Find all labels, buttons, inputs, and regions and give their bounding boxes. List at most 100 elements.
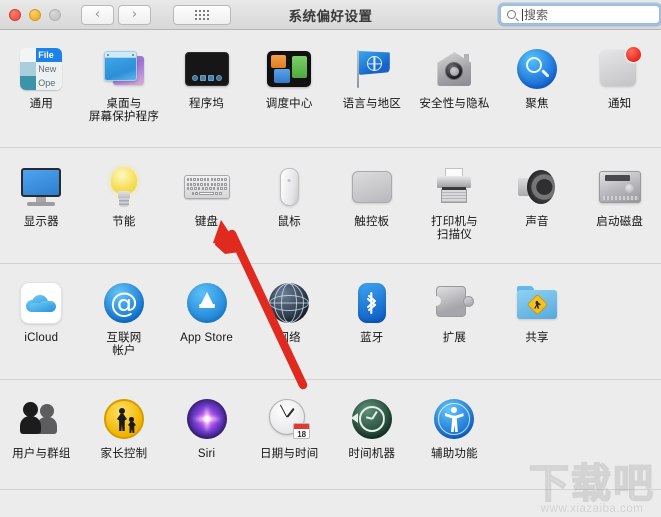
pref-item-partial-4 bbox=[248, 500, 331, 517]
pref-item-date-time[interactable]: 18 日期与时间 bbox=[248, 390, 331, 489]
pref-item-keyboard[interactable]: 键盘 bbox=[165, 158, 248, 263]
pref-item-partial-1[interactable] bbox=[0, 500, 83, 517]
pref-item-empty-slot bbox=[578, 274, 661, 379]
show-all-button[interactable] bbox=[173, 4, 231, 25]
zoom-button[interactable] bbox=[49, 8, 61, 21]
pref-item-printers-scanners[interactable]: 打印机与 扫描仪 bbox=[413, 158, 496, 263]
desktop-screensaver-icon bbox=[101, 46, 147, 92]
pref-label: 网络 bbox=[277, 332, 301, 344]
pref-item-empty-slot bbox=[578, 390, 661, 489]
pref-label: 桌面与 屏幕保护程序 bbox=[88, 98, 160, 123]
pref-label: 通知 bbox=[607, 98, 632, 110]
notification-badge bbox=[625, 47, 641, 62]
back-button[interactable]: ‹ bbox=[81, 4, 114, 25]
minimize-button[interactable] bbox=[29, 8, 41, 21]
users-groups-icon bbox=[18, 396, 64, 442]
pref-label: 家长控制 bbox=[100, 448, 148, 460]
sound-icon bbox=[514, 164, 560, 210]
pref-item-time-machine[interactable]: 时间机器 bbox=[331, 390, 414, 489]
preferences-grid: File New Ope 通用 桌面与 屏幕保护程序 程序坞 调度中心 语言与地… bbox=[0, 30, 661, 517]
pref-label: 蓝牙 bbox=[360, 332, 384, 344]
pref-item-security-privacy[interactable]: 安全性与隐私 bbox=[413, 40, 496, 147]
pref-label: 启动磁盘 bbox=[596, 216, 644, 228]
pref-item-dock[interactable]: 程序坞 bbox=[165, 40, 248, 147]
pref-item-energy-saver[interactable]: 节能 bbox=[83, 158, 166, 263]
pref-item-displays[interactable]: 显示器 bbox=[0, 158, 83, 263]
pref-item-language-region[interactable]: 语言与地区 bbox=[331, 40, 414, 147]
time-machine-icon bbox=[349, 396, 395, 442]
pref-item-spotlight[interactable]: 聚焦 bbox=[496, 40, 579, 147]
search-placeholder: 搜索 bbox=[524, 8, 549, 22]
pref-item-app-store[interactable]: App Store bbox=[165, 274, 248, 379]
app-store-icon bbox=[184, 280, 230, 326]
navigation-buttons: ‹ › bbox=[81, 4, 151, 25]
system-preferences-window: ‹ › 系统偏好设置 搜索 File New Ope 通用 桌面与 屏幕保护程序… bbox=[0, 0, 661, 517]
pref-item-startup-disk[interactable]: 启动磁盘 bbox=[578, 158, 661, 263]
pref-label: Siri bbox=[197, 448, 216, 460]
pref-item-general[interactable]: File New Ope 通用 bbox=[0, 40, 83, 147]
pref-item-empty-slot bbox=[496, 390, 579, 489]
displays-icon bbox=[18, 164, 64, 210]
accessibility-icon bbox=[431, 396, 477, 442]
partial-icon bbox=[351, 506, 393, 517]
bluetooth-icon bbox=[349, 280, 395, 326]
pref-item-trackpad[interactable]: 触控板 bbox=[331, 158, 414, 263]
printers-scanners-icon bbox=[431, 164, 477, 210]
traffic-lights bbox=[9, 8, 61, 21]
pref-item-partial-3 bbox=[165, 500, 248, 517]
pref-label: 用户与群组 bbox=[12, 448, 71, 460]
mouse-icon bbox=[266, 164, 312, 210]
startup-disk-icon bbox=[597, 164, 643, 210]
pref-item-accessibility[interactable]: 辅助功能 bbox=[413, 390, 496, 489]
pref-item-mission-control[interactable]: 调度中心 bbox=[248, 40, 331, 147]
pref-item-internet-accounts[interactable]: @ 互联网 帐户 bbox=[83, 274, 166, 379]
pref-item-extensions[interactable]: 扩展 bbox=[413, 274, 496, 379]
internet-accounts-icon: @ bbox=[101, 280, 147, 326]
pref-item-bluetooth[interactable]: 蓝牙 bbox=[331, 274, 414, 379]
pref-item-partial-6 bbox=[413, 500, 496, 517]
preferences-row-other-partial bbox=[0, 490, 661, 517]
pref-label: 触控板 bbox=[354, 216, 390, 228]
pref-item-sharing[interactable]: 共享 bbox=[496, 274, 579, 379]
date-time-icon: 18 bbox=[266, 396, 312, 442]
search-icon bbox=[507, 10, 516, 19]
pref-item-mouse[interactable]: 鼠标 bbox=[248, 158, 331, 263]
pref-label: 聚焦 bbox=[525, 98, 549, 110]
pref-item-notifications[interactable]: 通知 bbox=[578, 40, 661, 147]
pref-label: iCloud bbox=[24, 332, 59, 344]
preferences-row-system: 用户与群组 家长控制 Siri 18 日期与时间 时间机器 辅助功能 bbox=[0, 380, 661, 490]
pref-label: 扩展 bbox=[442, 332, 467, 344]
pref-label: 打印机与 扫描仪 bbox=[431, 216, 478, 241]
search-container: 搜索 bbox=[497, 2, 661, 27]
pref-item-icloud[interactable]: iCloud bbox=[0, 274, 83, 379]
mission-control-icon bbox=[266, 46, 312, 92]
pref-label: 声音 bbox=[525, 216, 549, 228]
pref-item-siri[interactable]: Siri bbox=[165, 390, 248, 489]
spotlight-icon bbox=[514, 46, 560, 92]
pref-item-network[interactable]: 网络 bbox=[248, 274, 331, 379]
keyboard-icon bbox=[183, 164, 230, 210]
forward-button[interactable]: › bbox=[118, 4, 151, 25]
chevron-right-icon: › bbox=[131, 7, 138, 22]
pref-label: 共享 bbox=[525, 332, 549, 344]
pref-label: 日期与时间 bbox=[259, 448, 319, 460]
pref-label: 节能 bbox=[112, 216, 136, 228]
pref-item-partial-5[interactable] bbox=[331, 500, 414, 517]
pref-item-partial-7 bbox=[496, 500, 579, 517]
pref-label: 辅助功能 bbox=[431, 448, 478, 460]
pref-item-desktop-screensaver[interactable]: 桌面与 屏幕保护程序 bbox=[83, 40, 166, 147]
language-region-icon bbox=[349, 46, 395, 92]
pref-label: 键盘 bbox=[194, 216, 219, 228]
pref-item-parental-controls[interactable]: 家长控制 bbox=[83, 390, 166, 489]
pref-item-sound[interactable]: 声音 bbox=[496, 158, 579, 263]
text-caret bbox=[522, 8, 523, 21]
pref-label: 显示器 bbox=[23, 216, 59, 228]
pref-label: 互联网 帐户 bbox=[106, 332, 142, 357]
pref-item-users-groups[interactable]: 用户与群组 bbox=[0, 390, 83, 489]
pref-item-partial-2[interactable] bbox=[83, 500, 166, 517]
close-button[interactable] bbox=[9, 8, 21, 21]
search-input[interactable]: 搜索 bbox=[500, 5, 660, 24]
security-privacy-icon bbox=[431, 46, 477, 92]
preferences-row-personal: File New Ope 通用 桌面与 屏幕保护程序 程序坞 调度中心 语言与地… bbox=[0, 30, 661, 148]
trackpad-icon bbox=[349, 164, 395, 210]
